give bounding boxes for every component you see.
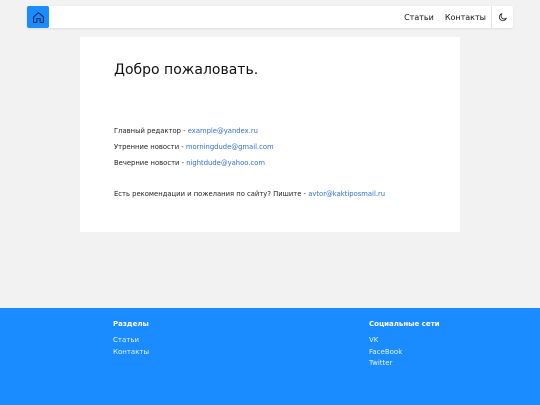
nav-links: Статьи Контакты	[404, 6, 491, 28]
moon-icon	[498, 13, 507, 22]
footer-heading-social: Социальные сети	[369, 320, 440, 328]
contact-line-evening: Вечерние новости - nightdude@yahoo.com	[114, 159, 265, 167]
contact-email-link[interactable]: nightdude@yahoo.com	[186, 159, 265, 167]
contact-line-editor: Главный редактор - example@yandex.ru	[114, 127, 258, 135]
feedback-label: Есть рекомендации и пожелания по сайту? …	[114, 190, 309, 198]
page-title: Добро пожаловать.	[114, 62, 259, 78]
welcome-card: Добро пожаловать. Главный редактор - exa…	[80, 37, 460, 232]
footer-social: Социальные сети VK FaceBook Twitter	[369, 320, 440, 372]
footer: Разделы Статьи Контакты Социальные сети …	[0, 308, 540, 405]
footer-link-twitter[interactable]: Twitter	[369, 359, 440, 368]
feedback-email-link[interactable]: avtor@kaktiposmail.ru	[308, 190, 385, 198]
footer-heading-sections: Разделы	[113, 320, 149, 328]
contact-email-link[interactable]: morningdude@gmail.com	[186, 143, 274, 151]
contact-email-link[interactable]: example@yandex.ru	[188, 127, 258, 135]
theme-toggle-button[interactable]	[491, 6, 513, 28]
contact-line-morning: Утренние новости - morningdude@gmail.com	[114, 143, 274, 151]
home-icon	[32, 11, 44, 23]
home-button[interactable]	[27, 6, 49, 28]
footer-sections: Разделы Статьи Контакты	[113, 320, 149, 360]
footer-link-articles[interactable]: Статьи	[113, 336, 149, 345]
navbar: Статьи Контакты	[27, 6, 513, 28]
nav-link-articles[interactable]: Статьи	[404, 13, 434, 22]
feedback-line: Есть рекомендации и пожелания по сайту? …	[114, 190, 385, 198]
contact-label: Главный редактор -	[114, 127, 188, 135]
footer-link-facebook[interactable]: FaceBook	[369, 348, 440, 357]
nav-link-contacts[interactable]: Контакты	[445, 13, 486, 22]
footer-link-vk[interactable]: VK	[369, 336, 440, 345]
contact-label: Вечерние новости -	[114, 159, 187, 167]
contact-label: Утренние новости -	[114, 143, 186, 151]
footer-link-contacts[interactable]: Контакты	[113, 348, 149, 357]
